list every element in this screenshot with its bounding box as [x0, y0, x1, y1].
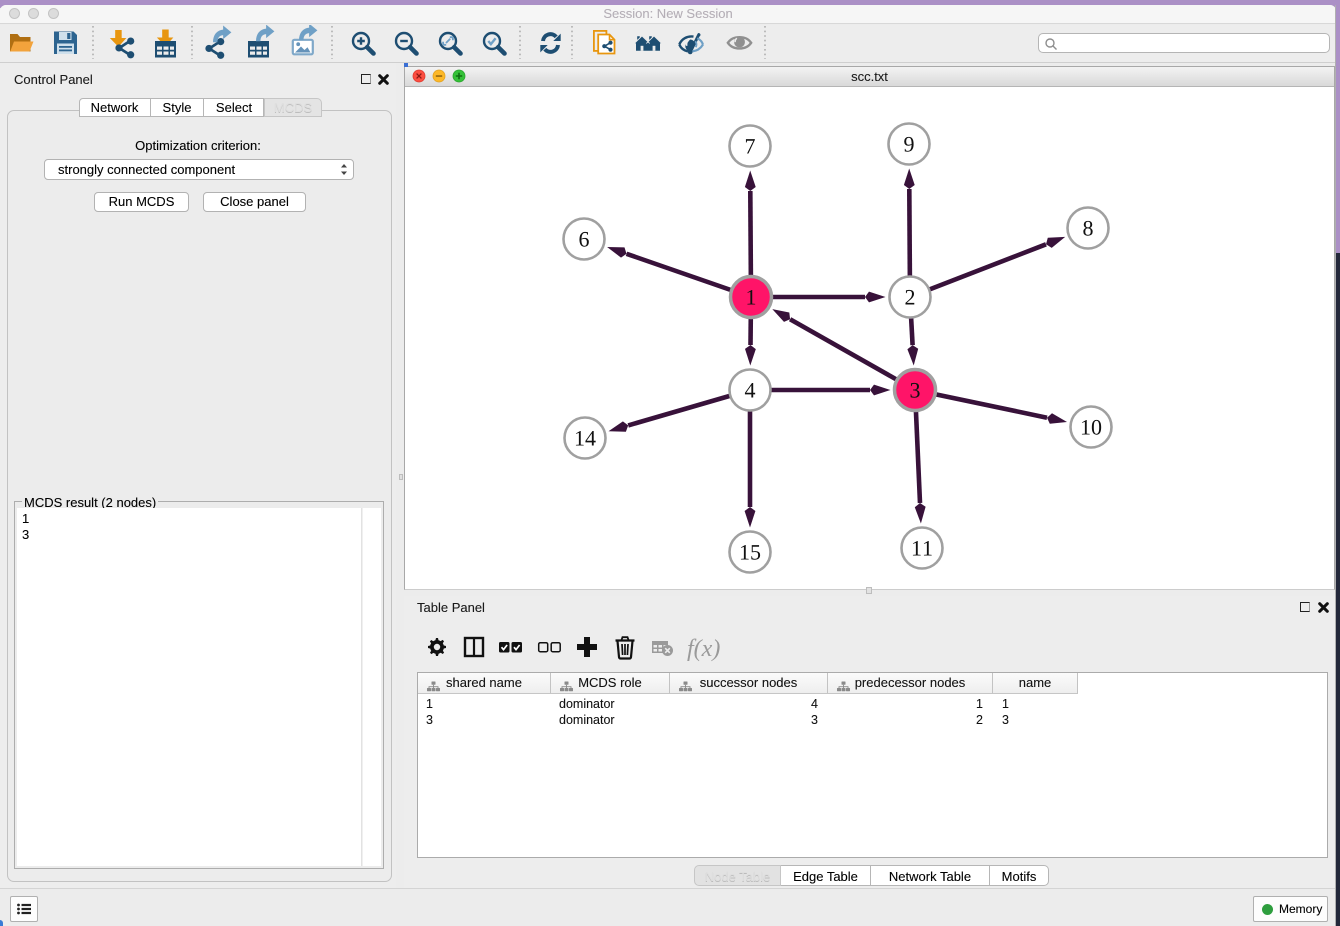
svg-text:f(x): f(x) [687, 636, 720, 662]
